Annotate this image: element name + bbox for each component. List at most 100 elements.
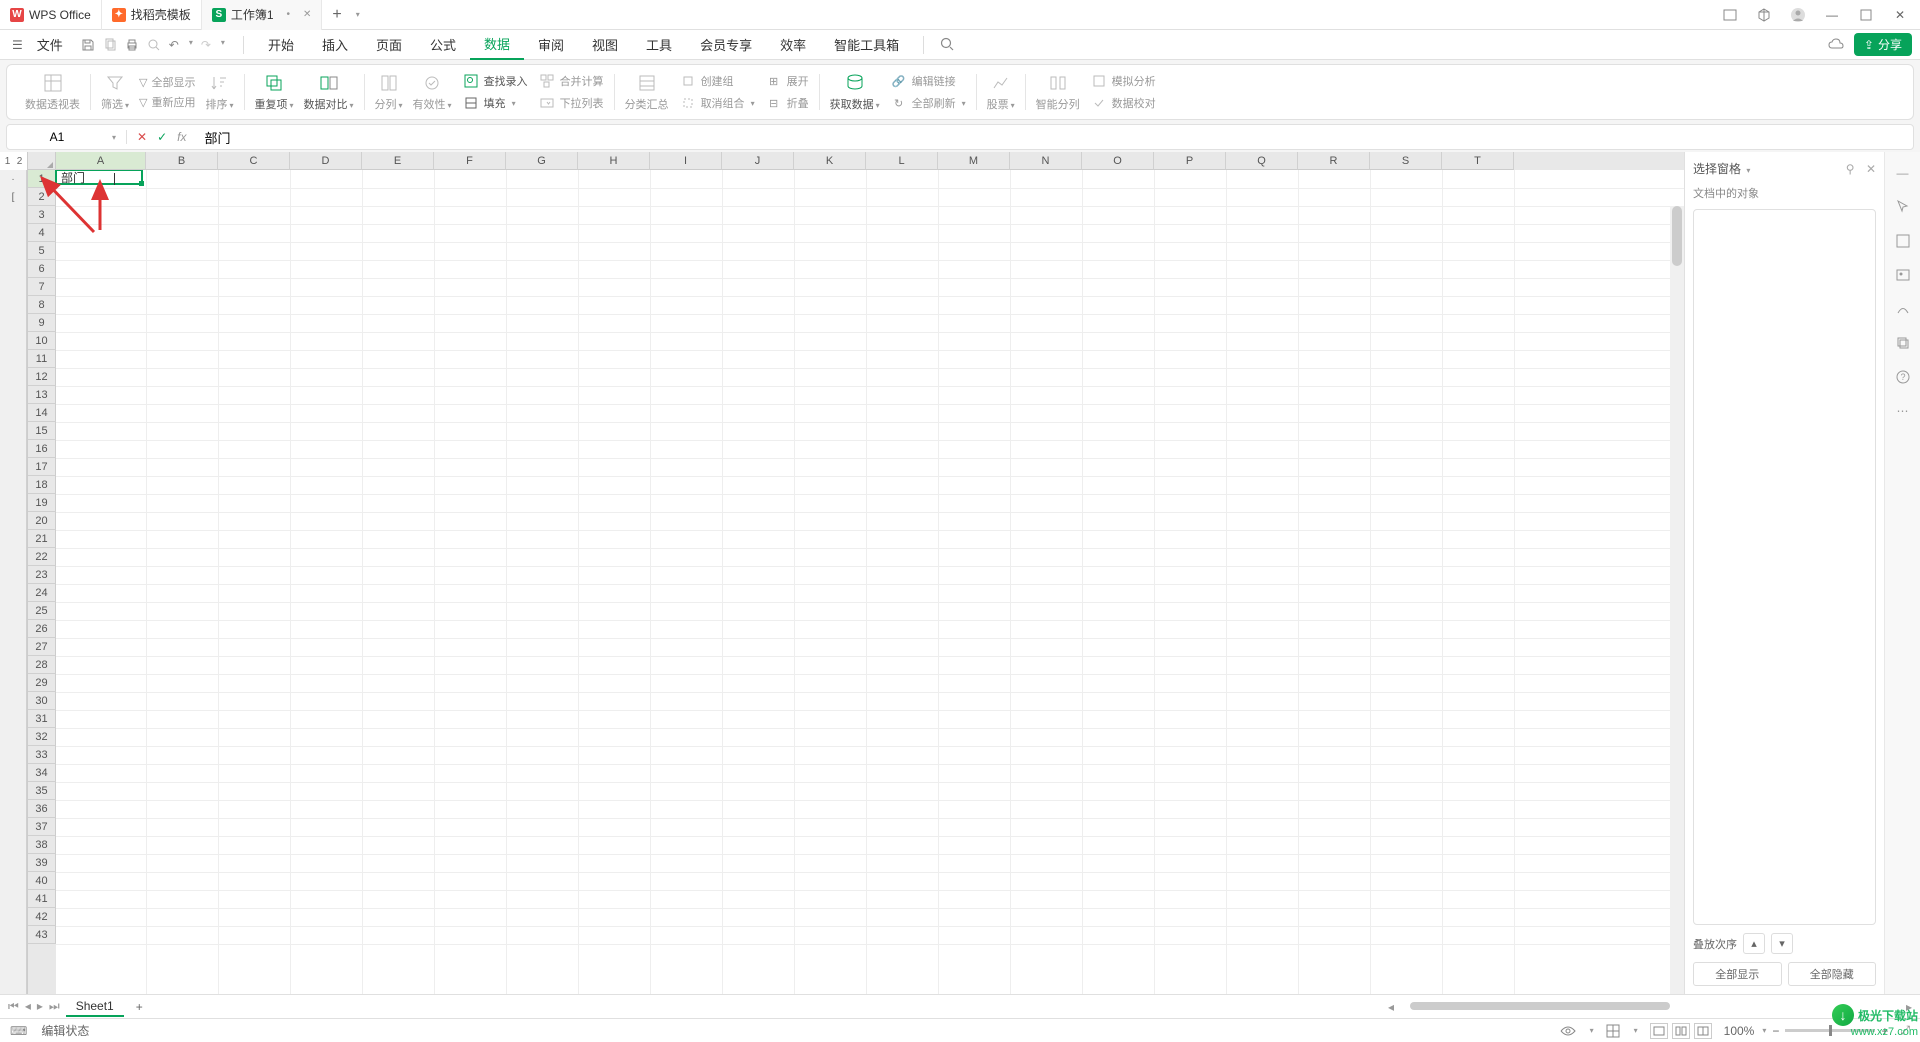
collapse-rail-icon[interactable]: — xyxy=(1894,164,1912,182)
ribbon-tab-4[interactable]: 数据 xyxy=(470,30,524,60)
dropdown-list-button[interactable]: 下拉列表 xyxy=(538,94,604,112)
zoom-in-button[interactable]: + xyxy=(1881,1024,1888,1038)
row-header[interactable]: 18 xyxy=(28,476,56,494)
normal-view-button[interactable] xyxy=(1650,1023,1668,1039)
row-header[interactable]: 30 xyxy=(28,692,56,710)
accept-icon[interactable]: ✓ xyxy=(157,130,167,144)
reader-mode-icon[interactable] xyxy=(1722,7,1738,23)
page-layout-button[interactable] xyxy=(1672,1023,1690,1039)
row-header[interactable]: 27 xyxy=(28,638,56,656)
avatar-icon[interactable] xyxy=(1790,7,1806,23)
row-header[interactable]: 31 xyxy=(28,710,56,728)
fullscreen-icon[interactable]: ⤢ xyxy=(1900,1023,1910,1038)
hide-all-button[interactable]: 全部隐藏 xyxy=(1788,962,1877,986)
ribbon-tab-5[interactable]: 审阅 xyxy=(524,30,578,60)
move-up-button[interactable]: ▴ xyxy=(1743,933,1765,954)
fx-icon[interactable]: fx xyxy=(177,130,186,144)
row-header[interactable]: 38 xyxy=(28,836,56,854)
file-menu[interactable]: 文件 xyxy=(31,35,69,54)
row-header[interactable]: 20 xyxy=(28,512,56,530)
new-tab-button[interactable]: + xyxy=(322,6,351,24)
row-header[interactable]: 19 xyxy=(28,494,56,512)
column-header[interactable]: J xyxy=(722,152,794,170)
close-icon[interactable]: ✕ xyxy=(1866,162,1876,176)
consolidate-button[interactable]: 合并计算 xyxy=(538,72,604,90)
name-box-input[interactable] xyxy=(17,130,97,144)
row-header[interactable]: 6 xyxy=(28,260,56,278)
lookup-button[interactable]: 查找录入 xyxy=(462,72,528,90)
save-icon[interactable] xyxy=(81,38,95,52)
page-break-button[interactable] xyxy=(1694,1023,1712,1039)
refresh-all-button[interactable]: ↻全部刷新▾ xyxy=(890,94,966,112)
copy-icon[interactable] xyxy=(103,38,117,52)
sheet-prev-button[interactable]: ◂ xyxy=(25,999,31,1014)
ribbon-tab-1[interactable]: 插入 xyxy=(308,30,362,60)
active-cell[interactable]: 部门 xyxy=(55,170,143,185)
column-header[interactable]: I xyxy=(650,152,722,170)
effects-icon[interactable] xyxy=(1894,300,1912,318)
gallery-icon[interactable] xyxy=(1894,266,1912,284)
pin-icon[interactable]: ⚲ xyxy=(1846,162,1855,176)
data-compare-button[interactable]: 数据对比▾ xyxy=(304,72,354,112)
grid-color-icon[interactable] xyxy=(1606,1024,1620,1038)
column-header[interactable]: H xyxy=(578,152,650,170)
outline-levels[interactable]: 1 2 xyxy=(0,152,28,170)
split-column-button[interactable]: 分列▾ xyxy=(375,72,403,112)
ribbon-tab-9[interactable]: 效率 xyxy=(766,30,820,60)
reapply-button[interactable]: ▽重新应用 xyxy=(139,94,195,110)
more-icon[interactable]: ⋯ xyxy=(1894,402,1912,420)
cancel-icon[interactable]: ✕ xyxy=(137,130,147,144)
column-header[interactable]: Q xyxy=(1226,152,1298,170)
print-preview-icon[interactable] xyxy=(147,38,161,52)
row-header[interactable]: 2 xyxy=(28,188,56,206)
stocks-button[interactable]: 股票▾ xyxy=(987,72,1015,112)
row-header[interactable]: 33 xyxy=(28,746,56,764)
get-data-button[interactable]: 获取数据▾ xyxy=(830,72,880,112)
redo-icon[interactable]: ↷ xyxy=(201,38,211,52)
tab-wps-home[interactable]: W WPS Office xyxy=(0,0,102,30)
ribbon-tab-8[interactable]: 会员专享 xyxy=(686,30,766,60)
tab-list-dropdown[interactable]: ▾ xyxy=(356,10,360,19)
column-header[interactable]: A xyxy=(56,152,146,170)
name-box[interactable]: ▾ xyxy=(7,130,127,144)
sheet-next-button[interactable]: ▸ xyxy=(37,999,43,1014)
redo-dropdown[interactable]: ▾ xyxy=(221,38,225,52)
hamburger-icon[interactable]: ☰ xyxy=(8,38,27,52)
eye-icon[interactable] xyxy=(1560,1025,1576,1037)
print-icon[interactable] xyxy=(125,38,139,52)
ribbon-tab-6[interactable]: 视图 xyxy=(578,30,632,60)
add-sheet-button[interactable]: + xyxy=(130,1000,149,1014)
row-header[interactable]: 29 xyxy=(28,674,56,692)
ribbon-tab-7[interactable]: 工具 xyxy=(632,30,686,60)
edit-links-button[interactable]: 🔗编辑链接 xyxy=(890,72,966,90)
column-header[interactable]: F xyxy=(434,152,506,170)
ribbon-tab-3[interactable]: 公式 xyxy=(416,30,470,60)
maximize-button[interactable] xyxy=(1858,7,1874,23)
layers-icon[interactable] xyxy=(1894,334,1912,352)
row-header[interactable]: 13 xyxy=(28,386,56,404)
sheet-tab[interactable]: Sheet1 xyxy=(66,997,124,1017)
move-down-button[interactable]: ▾ xyxy=(1771,933,1793,954)
expand-button[interactable]: ⊞展开 xyxy=(765,72,809,90)
ribbon-tab-2[interactable]: 页面 xyxy=(362,30,416,60)
panel-body[interactable] xyxy=(1693,209,1876,925)
row-header[interactable]: 9 xyxy=(28,314,56,332)
zoom-slider[interactable] xyxy=(1785,1029,1875,1032)
tab-workbook[interactable]: S 工作簿1 • ✕ xyxy=(202,0,323,30)
filter-button[interactable]: 筛选▾ xyxy=(101,72,129,112)
row-header[interactable]: 22 xyxy=(28,548,56,566)
row-header[interactable]: 24 xyxy=(28,584,56,602)
zoom-out-button[interactable]: − xyxy=(1772,1024,1779,1038)
hscroll-right[interactable]: ▸ xyxy=(1906,1000,1912,1014)
row-header[interactable]: 37 xyxy=(28,818,56,836)
data-check-button[interactable]: 数据校对 xyxy=(1090,94,1156,112)
sheet-first-button[interactable]: ⏮ xyxy=(8,999,19,1014)
simulate-button[interactable]: 模拟分析 xyxy=(1090,72,1156,90)
outline-side[interactable]: ·[ xyxy=(0,170,28,994)
hscroll-left[interactable]: ◂ xyxy=(1388,1000,1394,1014)
row-header[interactable]: 41 xyxy=(28,890,56,908)
pivot-table-button[interactable]: 数据透视表 xyxy=(25,72,80,112)
property-icon[interactable] xyxy=(1894,232,1912,250)
column-header[interactable]: S xyxy=(1370,152,1442,170)
row-header[interactable]: 15 xyxy=(28,422,56,440)
